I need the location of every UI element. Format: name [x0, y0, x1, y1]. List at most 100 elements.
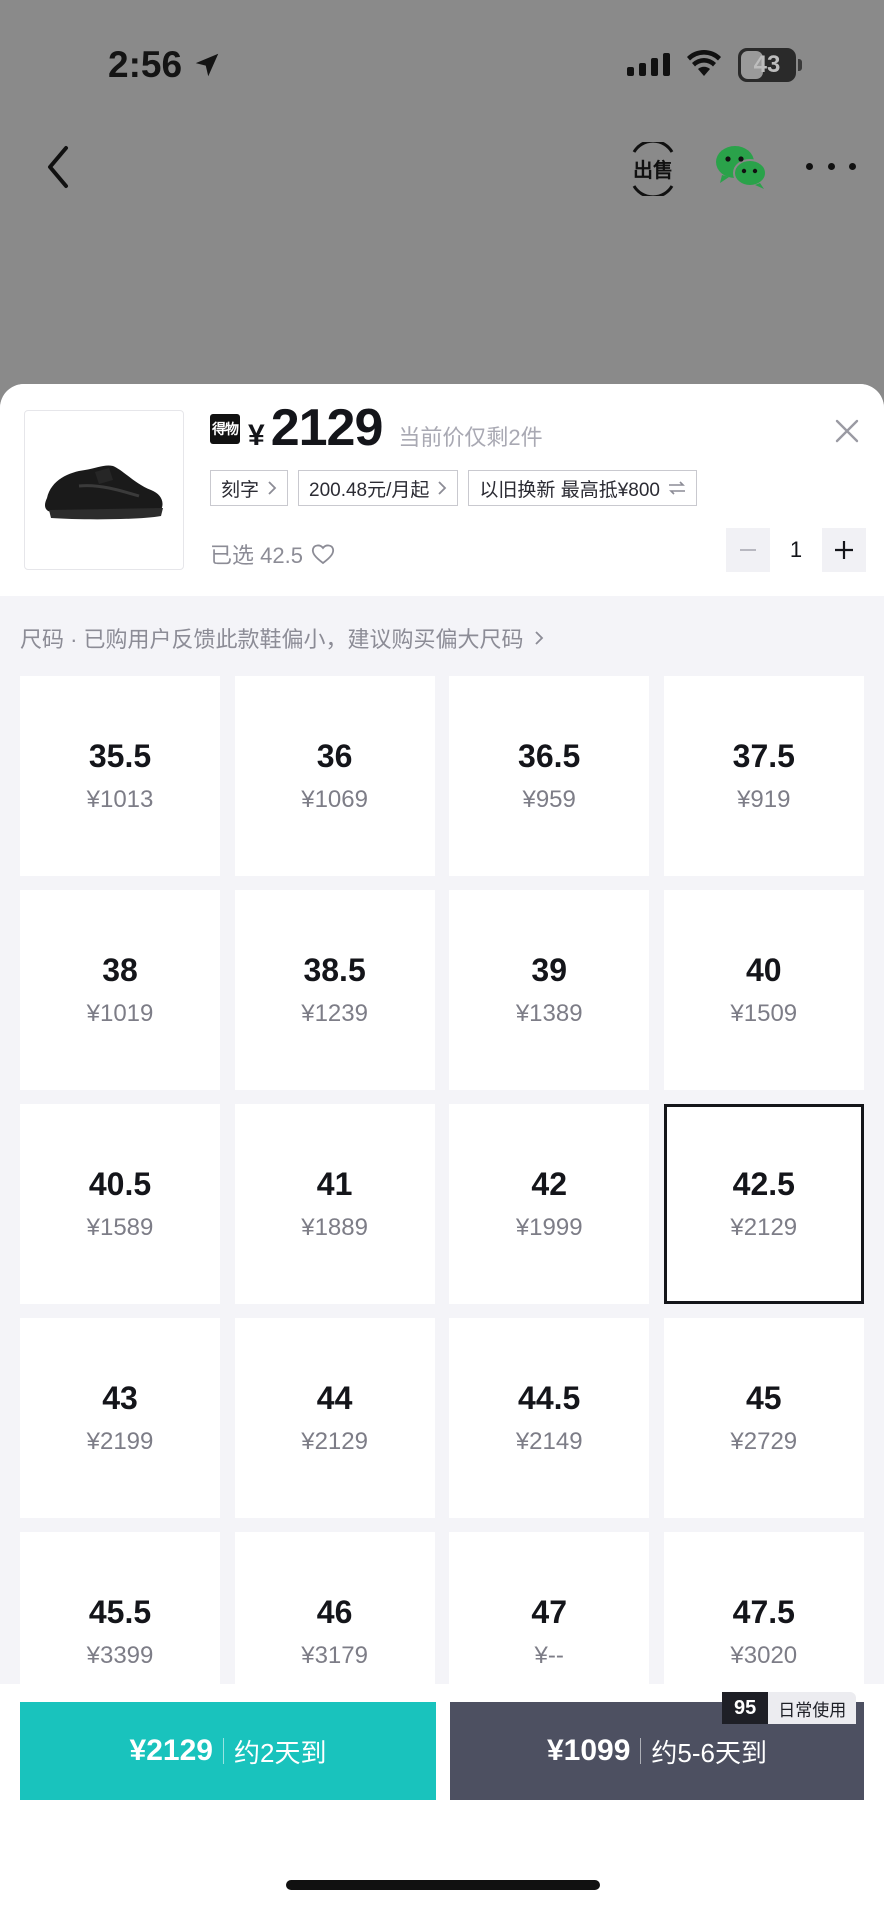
- size-option[interactable]: 38 ¥1019: [20, 890, 220, 1090]
- size-option-price: ¥1069: [301, 786, 368, 813]
- size-option-price: ¥1589: [86, 1214, 154, 1241]
- sell-label: 出售: [633, 158, 673, 182]
- battery-percent: 43: [753, 51, 781, 78]
- size-option[interactable]: 44.5 ¥2149: [449, 1318, 650, 1518]
- product-price: 2129: [270, 399, 384, 457]
- chevron-right-icon: [438, 481, 447, 495]
- size-option-size: 47.5: [732, 1594, 795, 1630]
- size-option-price: ¥1239: [301, 1000, 368, 1027]
- price-currency: ¥: [248, 419, 265, 452]
- standard-eta: 约5-6天到: [651, 1737, 768, 1768]
- size-option-size: 40: [745, 952, 782, 988]
- sell-icon[interactable]: 出售: [628, 142, 678, 196]
- plus-icon: [835, 541, 853, 559]
- size-option[interactable]: 39 ¥1389: [449, 890, 650, 1090]
- size-option-price: ¥959: [522, 786, 576, 813]
- size-option-size: 38.5: [303, 952, 366, 988]
- size-option-price: ¥2129: [301, 1428, 368, 1455]
- back-icon[interactable]: [40, 140, 76, 194]
- battery-icon: 43: [738, 48, 802, 82]
- trade-in-tag[interactable]: 以旧换新 最高抵¥800: [468, 470, 697, 506]
- cellular-signal-icon: [627, 52, 670, 76]
- size-grid: 35.5 ¥1013 36 ¥1069 36.5 ¥959 37.5 ¥919 38 ¥1019 3…: [20, 676, 864, 1732]
- size-option-price: ¥3399: [86, 1642, 154, 1669]
- divider: [640, 1738, 642, 1764]
- quantity-value: 1: [789, 537, 803, 562]
- size-option[interactable]: 40.5 ¥1589: [20, 1104, 220, 1304]
- size-option[interactable]: 36.5 ¥959: [449, 676, 650, 876]
- selected-size-text: 已选 42.5: [210, 543, 303, 568]
- size-picker-sheet: 得物 ¥ 2129 当前价仅剩2件 刻字 200.48元/月起 以旧换新 最高抵…: [0, 384, 884, 1920]
- chevron-right-icon: [534, 631, 543, 645]
- size-option-size: 44: [316, 1380, 353, 1416]
- condition-badge: 95 日常使用: [722, 1692, 857, 1724]
- size-option-size: 45.5: [88, 1594, 152, 1630]
- quantity-stepper: 1: [726, 528, 866, 572]
- size-option-price: ¥2199: [86, 1428, 154, 1455]
- size-hint[interactable]: 尺码 · 已购用户反馈此款鞋偏小，建议购买偏大尺码: [20, 622, 544, 654]
- size-option-price: ¥1999: [515, 1214, 583, 1241]
- size-option[interactable]: 38.5 ¥1239: [234, 890, 435, 1090]
- increase-button[interactable]: [822, 528, 866, 572]
- size-option[interactable]: 41 ¥1889: [234, 1104, 435, 1304]
- size-option-size: 42.5: [732, 1166, 795, 1202]
- condition-badge-number: 95: [722, 1692, 769, 1724]
- size-option[interactable]: 40 ¥1509: [663, 890, 864, 1090]
- engraving-tag[interactable]: 刻字: [210, 470, 289, 506]
- size-option[interactable]: 37.5 ¥919: [663, 676, 864, 876]
- wifi-icon: [687, 49, 721, 76]
- fast-eta: 约2天到: [233, 1737, 327, 1768]
- chevron-right-icon: [268, 481, 277, 495]
- top-nav: 出售: [0, 130, 884, 230]
- brand-badge: 得物: [210, 414, 240, 444]
- size-option-size: 45: [745, 1380, 782, 1416]
- product-thumbnail: [24, 410, 184, 570]
- standard-price: ¥1099: [546, 1734, 631, 1767]
- location-arrow-icon: [195, 53, 219, 77]
- selected-size-row: 已选 42.5: [210, 538, 335, 570]
- trade-in-tag-label: 以旧换新 最高抵¥800: [479, 479, 660, 501]
- size-hint-text: 尺码 · 已购用户反馈此款鞋偏小，建议购买偏大尺码: [20, 627, 524, 652]
- more-icon[interactable]: [806, 158, 856, 174]
- size-option-price: ¥3020: [730, 1642, 798, 1669]
- size-option-price: ¥1013: [86, 786, 154, 813]
- minus-icon: [740, 549, 756, 551]
- size-option[interactable]: 42 ¥1999: [449, 1104, 650, 1304]
- stock-note: 当前价仅剩2件: [398, 425, 543, 450]
- buy-fast-delivery-button[interactable]: ¥2129 约2天到: [20, 1702, 436, 1800]
- size-option[interactable]: 43 ¥2199: [20, 1318, 220, 1518]
- size-option-price: ¥2729: [730, 1428, 798, 1455]
- size-option-price: ¥919: [737, 786, 791, 813]
- swap-icon: [668, 481, 685, 495]
- size-option-price: ¥3179: [301, 1642, 368, 1669]
- size-option-price: ¥1509: [730, 1000, 798, 1027]
- home-indicator: [286, 1880, 600, 1890]
- size-option[interactable]: 45 ¥2729: [663, 1318, 864, 1518]
- product-header: 得物 ¥ 2129 当前价仅剩2件 刻字 200.48元/月起 以旧换新 最高抵…: [0, 384, 884, 596]
- decrease-button[interactable]: [726, 528, 770, 572]
- status-bar: 2:56 43: [0, 0, 884, 130]
- size-option[interactable]: 36 ¥1069: [234, 676, 435, 876]
- size-option-price: ¥2129: [730, 1214, 798, 1241]
- service-tags: 刻字 200.48元/月起 以旧换新 最高抵¥800: [210, 470, 697, 506]
- size-option[interactable]: 42.5 ¥2129: [663, 1104, 864, 1304]
- size-option[interactable]: 35.5 ¥1013: [20, 676, 220, 876]
- divider: [222, 1738, 224, 1764]
- size-option-price: ¥2149: [515, 1428, 583, 1455]
- time-text: 2:56: [108, 44, 183, 85]
- status-time: 2:56: [108, 44, 222, 86]
- size-option[interactable]: 44 ¥2129: [234, 1318, 435, 1518]
- engraving-tag-label: 刻字: [221, 479, 260, 501]
- size-option-size: 41: [316, 1166, 353, 1202]
- wechat-icon[interactable]: [714, 142, 768, 192]
- size-option-price: ¥--: [534, 1642, 564, 1669]
- close-icon[interactable]: [834, 418, 860, 444]
- condition-badge-text: 日常使用: [778, 1700, 847, 1720]
- installment-tag[interactable]: 200.48元/月起: [298, 470, 459, 506]
- size-option-size: 39: [531, 952, 567, 988]
- size-option-size: 47: [531, 1594, 567, 1630]
- fast-price: ¥2129: [129, 1734, 213, 1767]
- heart-icon[interactable]: [311, 543, 335, 565]
- size-option-price: ¥1889: [301, 1214, 368, 1241]
- size-option-size: 44.5: [518, 1380, 581, 1416]
